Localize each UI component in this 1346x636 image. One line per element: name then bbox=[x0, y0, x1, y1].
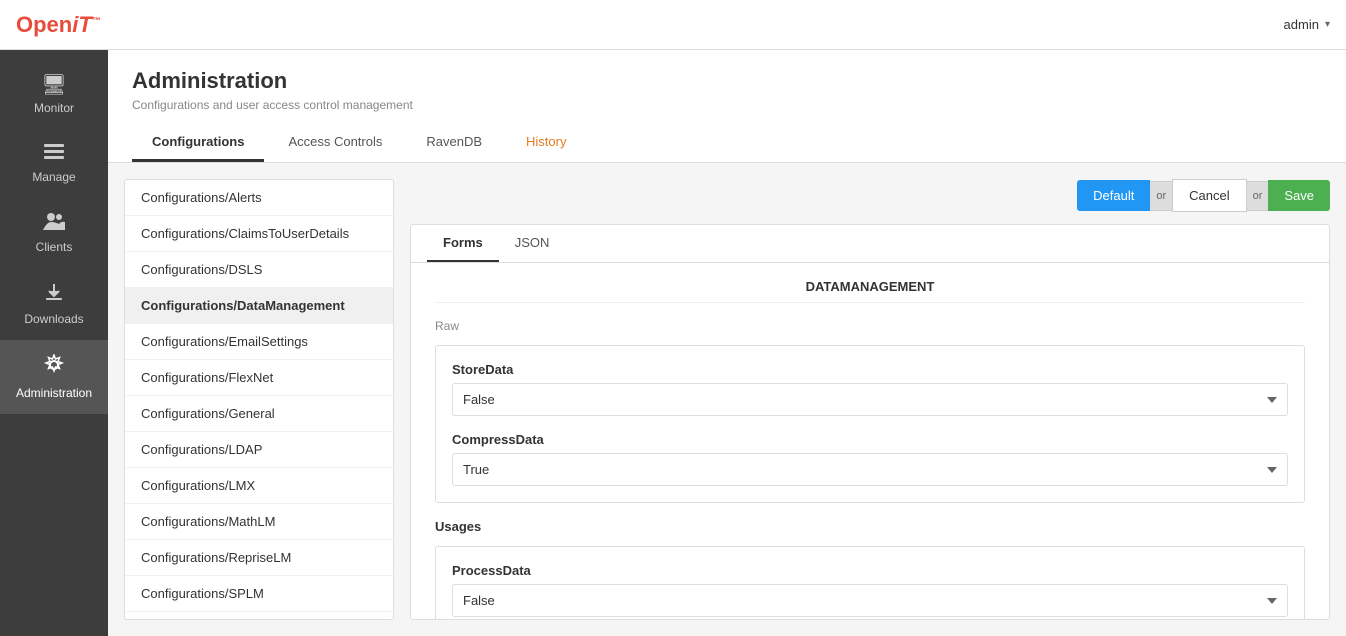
user-menu[interactable]: admin ▾ bbox=[1284, 17, 1330, 32]
compress-data-field: CompressData False True bbox=[452, 432, 1288, 486]
usages-section-group: ProcessData False True bbox=[435, 546, 1305, 620]
default-button[interactable]: Default bbox=[1077, 180, 1150, 211]
compress-data-select[interactable]: False True bbox=[452, 453, 1288, 486]
sidebar-item-label: Manage bbox=[32, 170, 75, 184]
user-chevron-icon: ▾ bbox=[1325, 19, 1330, 30]
cancel-button[interactable]: Cancel bbox=[1172, 179, 1246, 212]
process-data-field: ProcessData False True bbox=[452, 563, 1288, 617]
config-item-splm[interactable]: Configurations/SPLM bbox=[125, 576, 393, 612]
sidebar: 🖥 Monitor Manage Clie bbox=[0, 50, 108, 636]
config-item-mathlm[interactable]: Configurations/MathLM bbox=[125, 504, 393, 540]
page-title: Administration bbox=[132, 68, 1322, 94]
raw-section-group: StoreData False True CompressData bbox=[435, 345, 1305, 503]
tab-history[interactable]: History bbox=[506, 124, 586, 162]
config-item-general[interactable]: Configurations/General bbox=[125, 396, 393, 432]
page-header: Administration Configurations and user a… bbox=[108, 50, 1346, 163]
or-divider-2: or bbox=[1247, 181, 1269, 211]
sidebar-item-label: Monitor bbox=[34, 101, 74, 115]
config-item-alerts[interactable]: Configurations/Alerts bbox=[125, 180, 393, 216]
config-item-repriselm[interactable]: Configurations/RepriseLM bbox=[125, 540, 393, 576]
monitor-icon: 🖥 bbox=[41, 72, 66, 97]
tab-ravendb[interactable]: RavenDB bbox=[406, 124, 502, 162]
page-subtitle: Configurations and user access control m… bbox=[132, 98, 1322, 112]
main-layout: 🖥 Monitor Manage Clie bbox=[0, 50, 1346, 636]
clients-icon bbox=[43, 212, 65, 236]
inner-content: Configurations/Alerts Configurations/Cla… bbox=[108, 163, 1346, 636]
sidebar-item-label: Downloads bbox=[24, 312, 83, 326]
config-item-claims[interactable]: Configurations/ClaimsToUserDetails bbox=[125, 216, 393, 252]
downloads-icon bbox=[44, 282, 64, 308]
sidebar-item-administration[interactable]: Administration bbox=[0, 340, 108, 414]
sidebar-item-manage[interactable]: Manage bbox=[0, 129, 108, 198]
compress-data-label: CompressData bbox=[452, 432, 1288, 447]
usages-label: Usages bbox=[435, 519, 1305, 534]
or-divider-1: or bbox=[1150, 181, 1172, 211]
config-item-emailsettings[interactable]: Configurations/EmailSettings bbox=[125, 324, 393, 360]
form-content: DATAMANAGEMENT Raw StoreData False bbox=[411, 263, 1329, 620]
store-data-select[interactable]: False True bbox=[452, 383, 1288, 416]
logo-main: Open bbox=[16, 12, 72, 37]
logo-tm: ™ bbox=[92, 15, 101, 25]
logo-text: OpeniT™ bbox=[16, 12, 101, 38]
content-area: Administration Configurations and user a… bbox=[108, 50, 1346, 636]
right-panel: Default or Cancel or Save Forms JSON DAT bbox=[410, 179, 1330, 620]
sub-tab-forms[interactable]: Forms bbox=[427, 225, 499, 262]
process-data-select[interactable]: False True bbox=[452, 584, 1288, 617]
config-item-ldap[interactable]: Configurations/LDAP bbox=[125, 432, 393, 468]
sidebar-item-label: Administration bbox=[16, 386, 92, 400]
config-item-flexnet[interactable]: Configurations/FlexNet bbox=[125, 360, 393, 396]
logo-highlight: iT bbox=[72, 12, 92, 37]
main-tabs: Configurations Access Controls RavenDB H… bbox=[132, 124, 1322, 162]
save-button[interactable]: Save bbox=[1268, 180, 1330, 211]
tab-configurations[interactable]: Configurations bbox=[132, 124, 264, 162]
sub-tabs: Forms JSON bbox=[411, 225, 1329, 263]
sub-tab-json[interactable]: JSON bbox=[499, 225, 566, 262]
action-bar: Default or Cancel or Save bbox=[410, 179, 1330, 212]
topbar: OpeniT™ admin ▾ bbox=[0, 0, 1346, 50]
tab-access-controls[interactable]: Access Controls bbox=[268, 124, 402, 162]
left-panel: Configurations/Alerts Configurations/Cla… bbox=[124, 179, 394, 620]
user-label: admin bbox=[1284, 17, 1319, 32]
section-title: DATAMANAGEMENT bbox=[435, 279, 1305, 303]
sidebar-item-clients[interactable]: Clients bbox=[0, 198, 108, 268]
sidebar-item-monitor[interactable]: 🖥 Monitor bbox=[0, 58, 108, 129]
sidebar-item-downloads[interactable]: Downloads bbox=[0, 268, 108, 340]
process-data-label: ProcessData bbox=[452, 563, 1288, 578]
raw-label: Raw bbox=[435, 319, 1305, 333]
config-item-dsls[interactable]: Configurations/DSLS bbox=[125, 252, 393, 288]
config-item-lmx[interactable]: Configurations/LMX bbox=[125, 468, 393, 504]
manage-icon bbox=[44, 143, 64, 166]
store-data-field: StoreData False True bbox=[452, 362, 1288, 416]
sidebar-item-label: Clients bbox=[36, 240, 73, 254]
form-panel: Forms JSON DATAMANAGEMENT Raw bbox=[410, 224, 1330, 620]
logo: OpeniT™ bbox=[16, 12, 101, 38]
config-item-datamanagement[interactable]: Configurations/DataManagement bbox=[125, 288, 393, 324]
administration-icon bbox=[43, 354, 65, 382]
store-data-label: StoreData bbox=[452, 362, 1288, 377]
